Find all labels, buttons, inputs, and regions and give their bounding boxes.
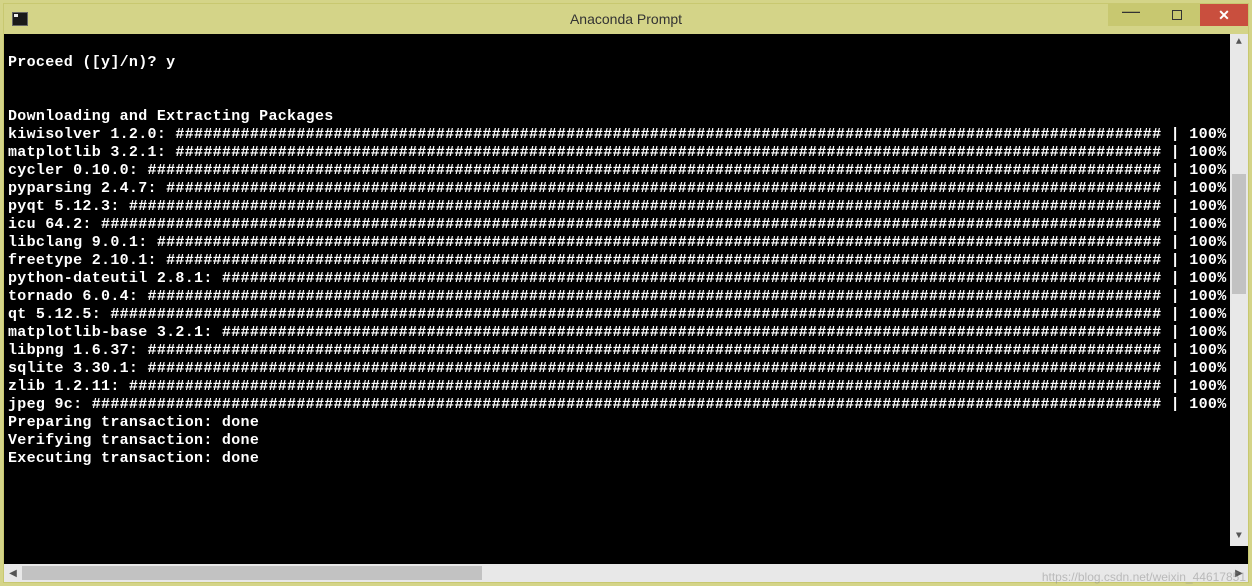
minimize-button[interactable]: — bbox=[1108, 4, 1154, 26]
scroll-left-icon[interactable]: ◀ bbox=[4, 564, 22, 582]
scroll-up-icon[interactable]: ▲ bbox=[1230, 34, 1248, 52]
close-button[interactable]: ✕ bbox=[1200, 4, 1248, 26]
horizontal-scrollbar[interactable]: ◀ ▶ bbox=[4, 564, 1248, 582]
window-controls: — ✕ bbox=[1108, 4, 1248, 26]
terminal-area[interactable]: Proceed ([y]/n)? y Downloading and Extra… bbox=[4, 34, 1248, 564]
titlebar[interactable]: Anaconda Prompt — ✕ bbox=[4, 4, 1248, 34]
terminal-output: Proceed ([y]/n)? y Downloading and Extra… bbox=[8, 36, 1248, 468]
vertical-scrollbar[interactable]: ▲ ▼ bbox=[1230, 34, 1248, 546]
scroll-down-icon[interactable]: ▼ bbox=[1230, 528, 1248, 546]
window-frame: Anaconda Prompt — ✕ Proceed ([y]/n)? y D… bbox=[3, 3, 1249, 583]
scroll-right-icon[interactable]: ▶ bbox=[1230, 564, 1248, 582]
maximize-icon bbox=[1172, 10, 1182, 20]
window-title: Anaconda Prompt bbox=[570, 11, 682, 27]
maximize-button[interactable] bbox=[1154, 4, 1200, 26]
horizontal-scroll-thumb[interactable] bbox=[22, 566, 482, 580]
vertical-scroll-thumb[interactable] bbox=[1232, 174, 1246, 294]
app-icon bbox=[12, 12, 28, 26]
